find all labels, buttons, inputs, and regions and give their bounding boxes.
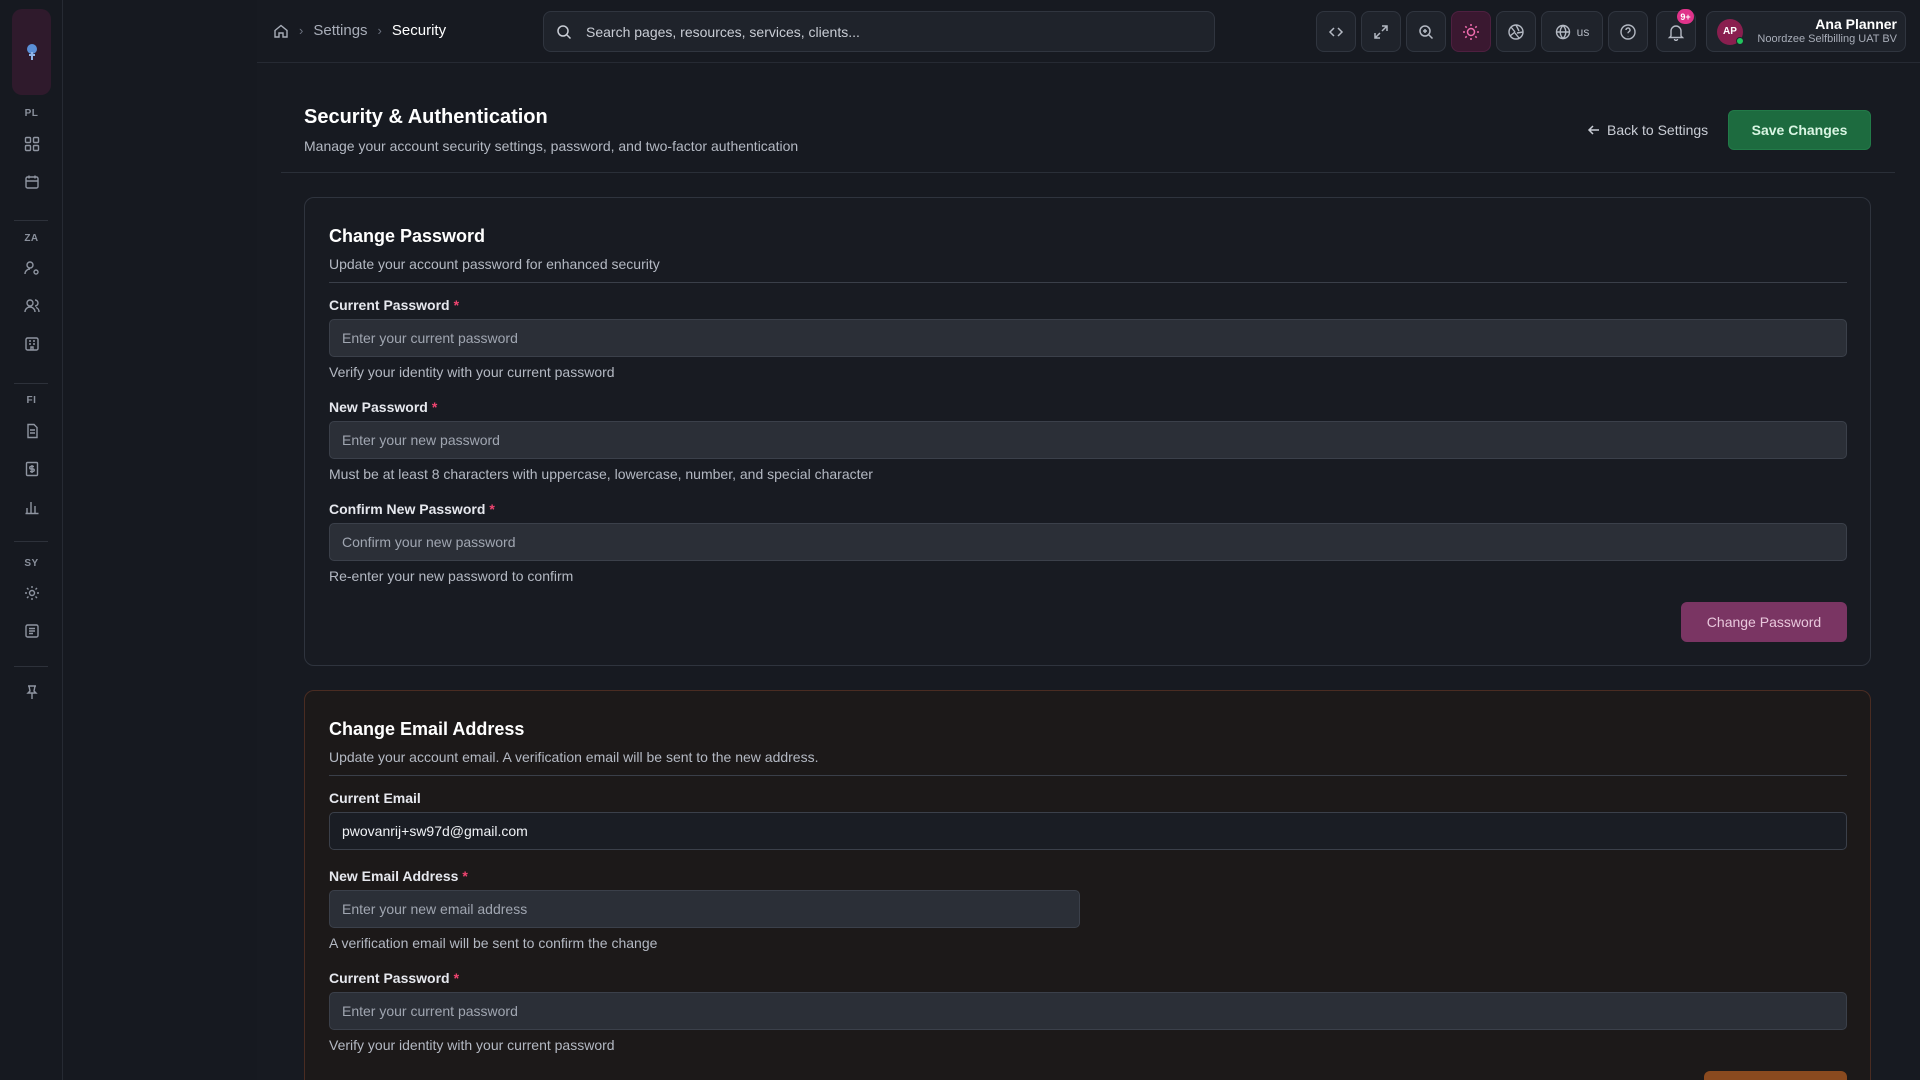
change-password-button[interactable]: Change Password — [1681, 602, 1847, 642]
required-mark: * — [462, 868, 468, 884]
breadcrumb-security: Security — [391, 22, 447, 39]
locale-label: us — [1576, 24, 1590, 39]
email-current-password-label: Current Password * — [329, 970, 460, 986]
card-divider — [329, 775, 1847, 776]
current-email-field[interactable] — [329, 812, 1847, 850]
globe-icon — [1555, 24, 1570, 39]
settings-gear-icon[interactable] — [22, 583, 41, 602]
building-icon[interactable] — [22, 334, 41, 353]
chevron-right-icon: › — [299, 23, 304, 38]
current-email-label: Current Email — [329, 790, 421, 806]
avatar: AP — [1717, 18, 1744, 45]
fullscreen-button[interactable] — [1361, 11, 1401, 52]
back-link-label: Back to Settings — [1607, 122, 1709, 138]
rail-section-label: FI — [26, 395, 37, 406]
pin-icon[interactable] — [22, 682, 41, 701]
user-menu[interactable]: AP Ana Planner Noordzee Selfbilling UAT … — [1706, 11, 1906, 52]
back-to-settings-link[interactable]: Back to Settings — [1587, 122, 1708, 138]
required-mark: * — [453, 970, 460, 986]
change-password-card: Change Password Update your account pass… — [304, 197, 1871, 666]
sidebar-panel — [63, 0, 257, 1080]
app-logo[interactable] — [12, 9, 51, 95]
rail-section-label: PL — [24, 108, 39, 119]
new-password-input[interactable] — [329, 421, 1847, 459]
user-settings-icon[interactable] — [22, 258, 41, 277]
card-subtitle: Update your account password for enhance… — [329, 256, 660, 272]
rail-divider — [14, 666, 48, 667]
home-icon[interactable] — [273, 23, 289, 39]
page-subtitle: Manage your account security settings, p… — [304, 138, 799, 154]
notifications-button[interactable]: 9+ — [1656, 9, 1696, 52]
sidebar-rail: PL ZA FI SY — [0, 0, 63, 1080]
new-password-label: New Password * — [329, 399, 438, 415]
aperture-button[interactable] — [1496, 11, 1536, 52]
invoice-icon[interactable] — [22, 459, 41, 478]
chevron-right-icon: › — [377, 23, 382, 38]
rail-divider — [14, 541, 48, 542]
help-icon — [1620, 23, 1636, 40]
breadcrumb-settings[interactable]: Settings — [313, 22, 367, 39]
card-title: Change Email Address — [329, 719, 525, 739]
toolbar: us 9+ — [1316, 9, 1696, 52]
confirm-password-label: Confirm New Password * — [329, 501, 495, 517]
search-placeholder: Search pages, resources, services, clien… — [586, 23, 860, 40]
arrow-left-icon — [1587, 125, 1599, 135]
card-title: Change Password — [329, 226, 486, 246]
aperture-icon — [1508, 23, 1524, 40]
top-bar: › Settings › Security Search pages, reso… — [257, 0, 1920, 63]
rail-divider — [14, 383, 48, 384]
calendar-icon[interactable] — [22, 172, 41, 191]
breadcrumb: › Settings › Security — [273, 22, 446, 39]
required-mark: * — [431, 399, 438, 415]
bell-icon — [1667, 24, 1685, 41]
required-mark: * — [453, 297, 460, 313]
required-mark: * — [489, 501, 495, 517]
current-password-label: Current Password * — [329, 297, 460, 313]
new-email-input[interactable] — [329, 890, 1080, 928]
logo-icon — [26, 44, 37, 60]
card-subtitle: Update your account email. A verificatio… — [329, 749, 819, 765]
grid-icon[interactable] — [22, 134, 41, 153]
rail-divider — [14, 220, 48, 221]
current-password-help: Verify your identity with your current p… — [329, 364, 615, 380]
change-email-card: Change Email Address Update your account… — [304, 690, 1871, 1080]
zoom-in-button[interactable] — [1406, 11, 1446, 52]
email-current-password-input[interactable] — [329, 992, 1847, 1030]
document-icon[interactable] — [22, 421, 41, 440]
card-divider — [329, 282, 1847, 283]
help-button[interactable] — [1608, 11, 1648, 52]
rail-section-label: ZA — [24, 233, 39, 244]
notification-badge: 9+ — [1677, 9, 1694, 24]
theme-toggle-button[interactable] — [1451, 11, 1491, 52]
change-email-button[interactable] — [1704, 1071, 1847, 1080]
confirm-password-input[interactable] — [329, 523, 1847, 561]
global-search[interactable]: Search pages, resources, services, clien… — [543, 11, 1215, 52]
user-org: Noordzee Selfbilling UAT BV — [1757, 33, 1897, 46]
new-password-help: Must be at least 8 characters with upper… — [329, 466, 873, 482]
rail-section-label: SY — [24, 558, 39, 569]
header-divider — [281, 172, 1895, 173]
ledger-icon[interactable] — [22, 621, 41, 640]
search-icon — [556, 24, 572, 40]
new-email-help: A verification email will be sent to con… — [329, 935, 658, 951]
sun-icon — [1463, 23, 1479, 40]
current-password-input[interactable] — [329, 319, 1847, 357]
code-toggle-button[interactable] — [1316, 11, 1356, 52]
users-icon[interactable] — [22, 296, 41, 315]
email-current-password-help: Verify your identity with your current p… — [329, 1037, 615, 1053]
page-title: Security & Authentication — [304, 106, 548, 128]
new-email-label: New Email Address * — [329, 868, 468, 884]
confirm-password-help: Re-enter your new password to confirm — [329, 568, 574, 584]
save-changes-button[interactable]: Save Changes — [1728, 110, 1871, 150]
user-name: Ana Planner — [1815, 15, 1897, 32]
bar-chart-icon[interactable] — [22, 497, 41, 516]
language-selector[interactable]: us — [1541, 11, 1603, 52]
